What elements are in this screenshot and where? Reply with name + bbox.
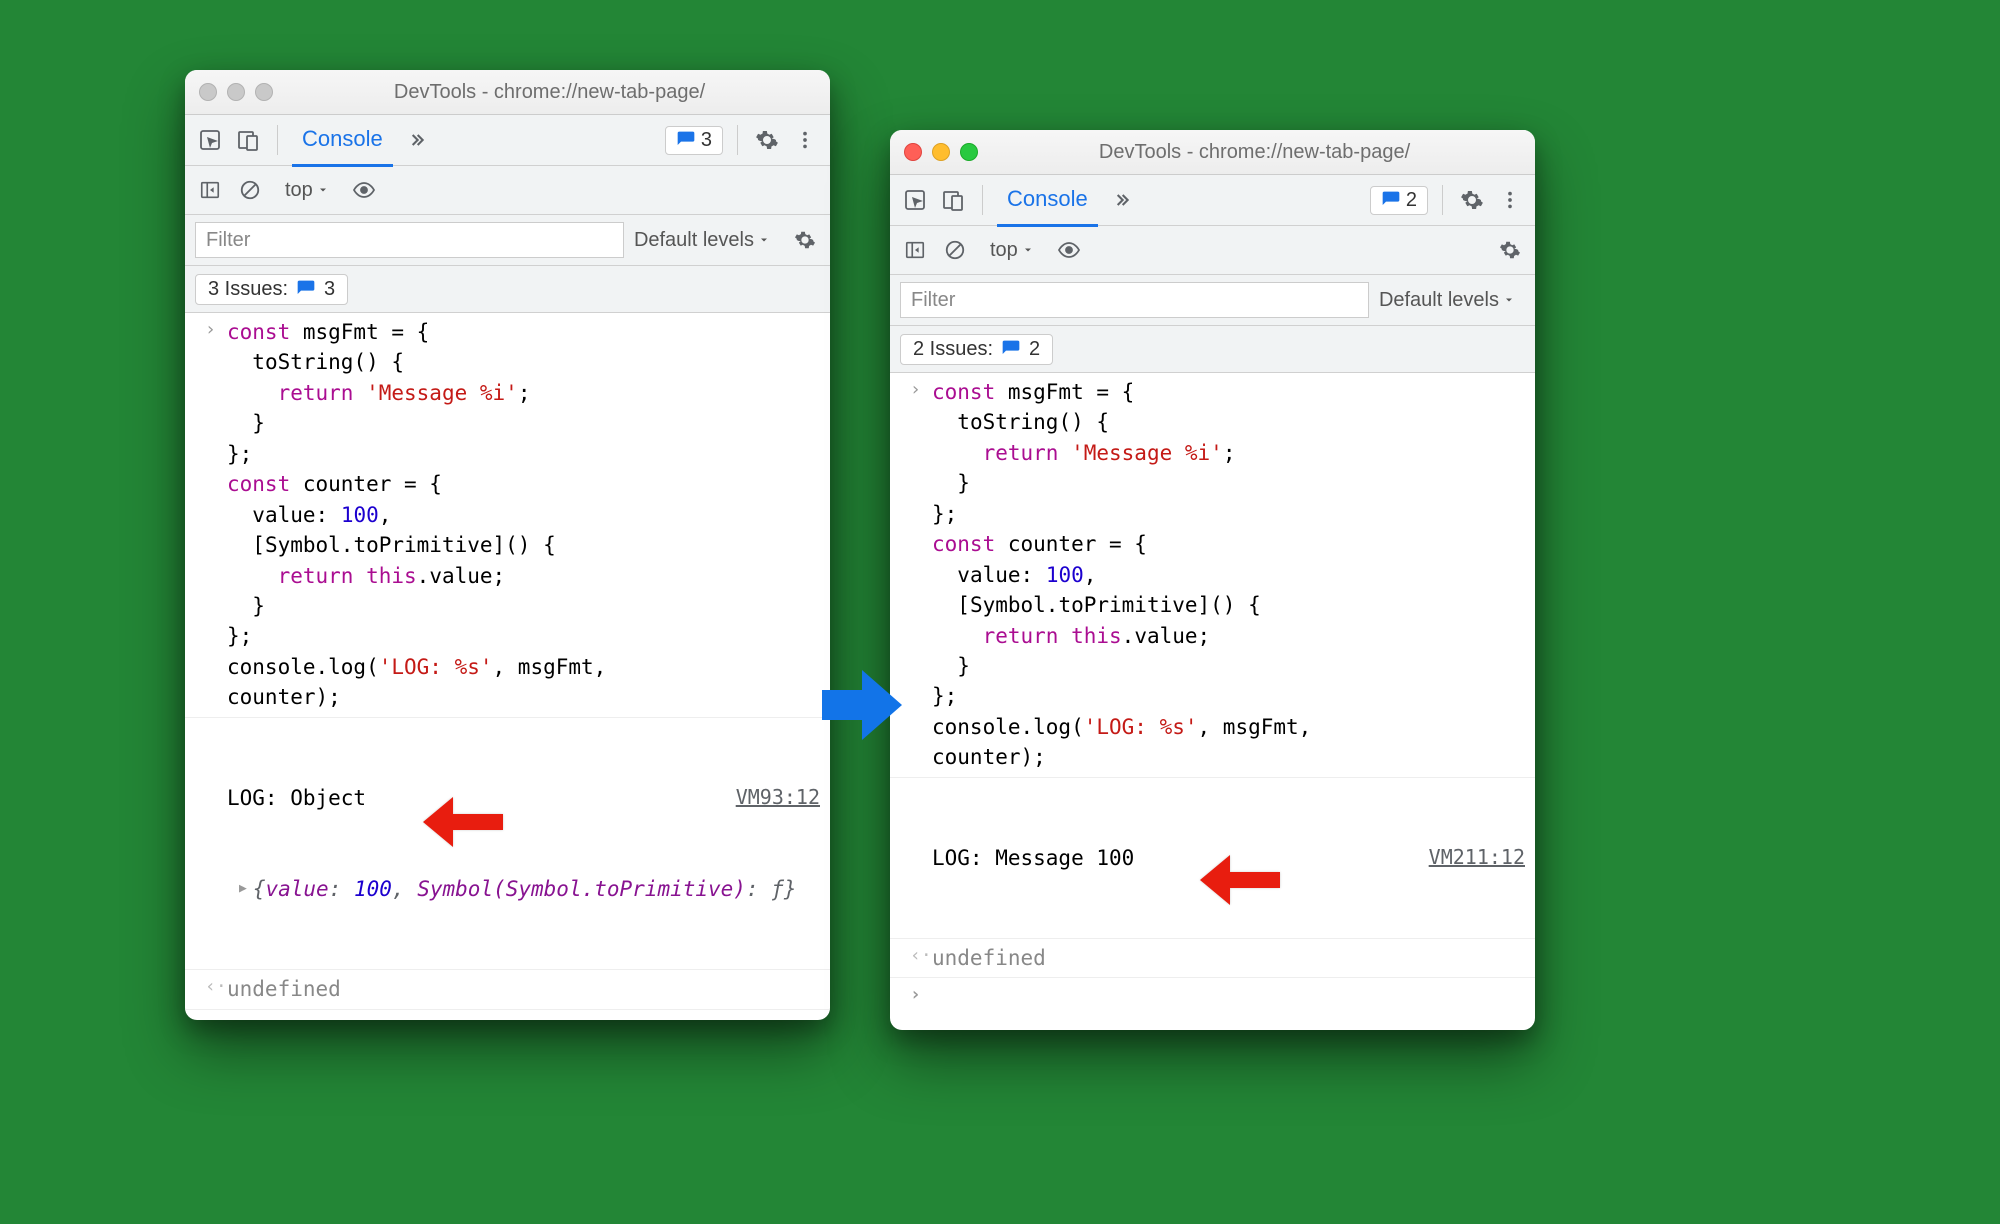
gear-icon[interactable] <box>752 125 782 155</box>
console-input-row[interactable]: › const msgFmt = { toString() { return '… <box>890 373 1535 778</box>
window-controls[interactable] <box>904 143 978 161</box>
eye-icon[interactable] <box>349 175 379 205</box>
console-subbar: top <box>890 226 1535 275</box>
sidebar-toggle-icon[interactable] <box>900 235 930 265</box>
clear-console-icon[interactable] <box>940 235 970 265</box>
kebab-icon[interactable] <box>790 125 820 155</box>
filter-bar: Default levels <box>185 215 830 266</box>
context-selector[interactable]: top <box>990 239 1034 262</box>
console-return-row: ‹· undefined <box>185 970 830 1009</box>
console-prompt-row[interactable]: › <box>890 978 1535 1012</box>
console-body: › const msgFmt = { toString() { return '… <box>185 313 830 1020</box>
minimize-dot[interactable] <box>227 83 245 101</box>
badge-count: 2 <box>1406 189 1417 212</box>
minimize-dot[interactable] <box>932 143 950 161</box>
titlebar: DevTools - chrome://new-tab-page/ <box>185 70 830 115</box>
gear-icon[interactable] <box>1457 185 1487 215</box>
device-toggle-icon[interactable] <box>938 185 968 215</box>
console-code: const msgFmt = { toString() { return 'Me… <box>932 377 1525 773</box>
more-tabs-icon[interactable] <box>1106 185 1136 215</box>
log-source[interactable]: VM211:12 <box>1429 843 1525 872</box>
console-return-row: ‹· undefined <box>890 939 1535 978</box>
window-title: DevTools - chrome://new-tab-page/ <box>283 81 816 104</box>
devtools-window-before: DevTools - chrome://new-tab-page/ Consol… <box>185 70 830 1020</box>
issues-bar: 3 Issues: 3 <box>185 266 830 313</box>
filter-bar: Default levels <box>890 275 1535 326</box>
inspect-icon[interactable] <box>195 125 225 155</box>
console-settings-icon[interactable] <box>1495 235 1525 265</box>
tab-console[interactable]: Console <box>292 114 393 167</box>
console-output-row: LOG: Object VM93:12 ▶ {value: 100, Symbo… <box>185 718 830 971</box>
console-code: const msgFmt = { toString() { return 'Me… <box>227 317 820 713</box>
window-title: DevTools - chrome://new-tab-page/ <box>988 141 1521 164</box>
return-value: undefined <box>227 974 820 1004</box>
console-prompt-row[interactable]: › <box>185 1010 830 1020</box>
annotation-arrow-right-icon <box>1200 855 1280 910</box>
close-dot[interactable] <box>199 83 217 101</box>
zoom-dot[interactable] <box>960 143 978 161</box>
filter-input[interactable] <box>195 222 624 258</box>
device-toggle-icon[interactable] <box>233 125 263 155</box>
log-levels-selector[interactable]: Default levels <box>634 229 770 252</box>
issues-badge[interactable]: 3 <box>665 126 723 155</box>
transition-arrow-icon <box>822 670 902 745</box>
annotation-arrow-left-icon <box>423 797 503 852</box>
tab-console[interactable]: Console <box>997 174 1098 227</box>
log-levels-selector[interactable]: Default levels <box>1379 289 1515 312</box>
kebab-icon[interactable] <box>1495 185 1525 215</box>
eye-icon[interactable] <box>1054 235 1084 265</box>
log-source[interactable]: VM93:12 <box>736 783 820 812</box>
close-dot[interactable] <box>904 143 922 161</box>
titlebar: DevTools - chrome://new-tab-page/ <box>890 130 1535 175</box>
clear-console-icon[interactable] <box>235 175 265 205</box>
issues-chip[interactable]: 2 Issues: 2 <box>900 334 1053 365</box>
badge-count: 3 <box>701 129 712 152</box>
console-body: › const msgFmt = { toString() { return '… <box>890 373 1535 1012</box>
more-tabs-icon[interactable] <box>401 125 431 155</box>
context-selector[interactable]: top <box>285 179 329 202</box>
zoom-dot[interactable] <box>255 83 273 101</box>
issues-bar: 2 Issues: 2 <box>890 326 1535 373</box>
filter-input[interactable] <box>900 282 1369 318</box>
issues-chip[interactable]: 3 Issues: 3 <box>195 274 348 305</box>
return-value: undefined <box>932 943 1525 973</box>
window-controls[interactable] <box>199 83 273 101</box>
sidebar-toggle-icon[interactable] <box>195 175 225 205</box>
issues-badge[interactable]: 2 <box>1370 186 1428 215</box>
console-subbar: top <box>185 166 830 215</box>
log-output: LOG: Message 100 <box>932 843 1429 873</box>
inspect-icon[interactable] <box>900 185 930 215</box>
console-settings-icon[interactable] <box>790 225 820 255</box>
main-toolbar: Console 3 <box>185 115 830 166</box>
console-input-row[interactable]: › const msgFmt = { toString() { return '… <box>185 313 830 718</box>
main-toolbar: Console 2 <box>890 175 1535 226</box>
object-preview[interactable]: ▶ {value: 100, Symbol(Symbol.toPrimitive… <box>227 874 820 904</box>
